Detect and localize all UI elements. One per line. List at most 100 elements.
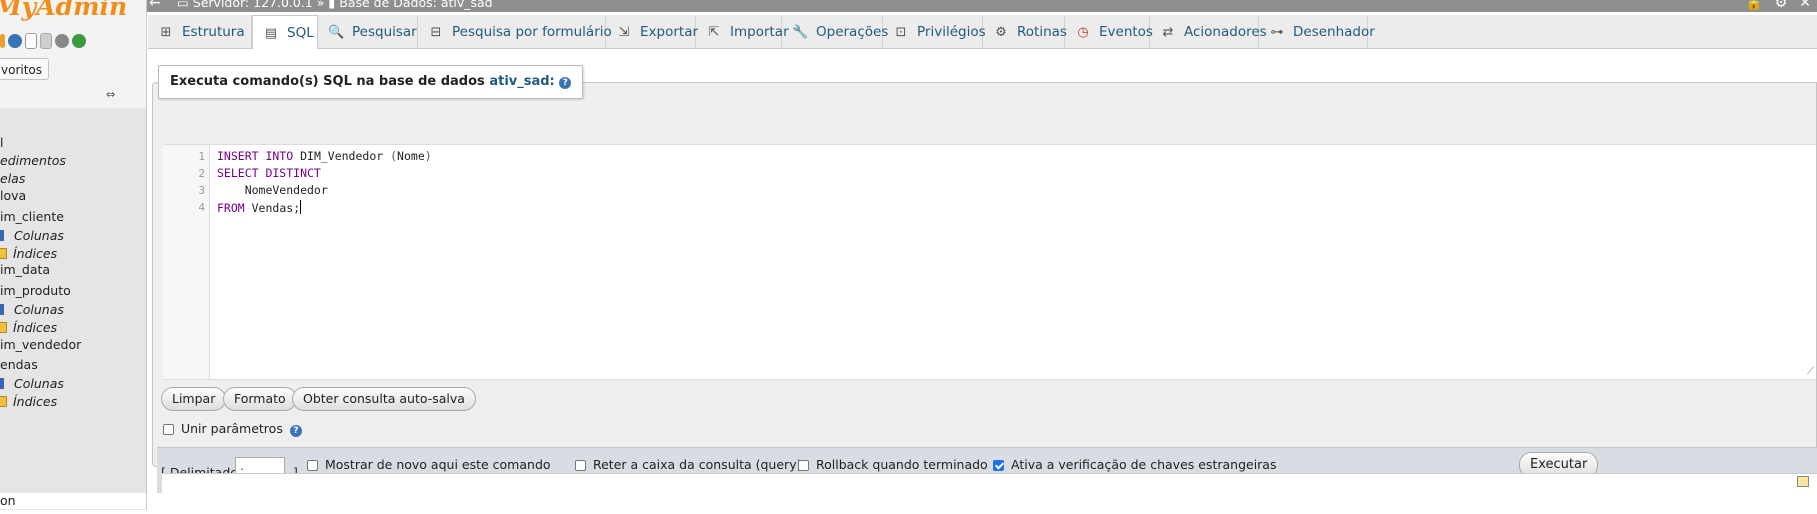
gear-icon[interactable]: ⚙ bbox=[1775, 0, 1788, 10]
bind-parameters-row: Unir parâmetros ? bbox=[163, 421, 302, 437]
back-arrow-icon[interactable]: ← bbox=[149, 0, 161, 10]
tree-item-new[interactable]: lova bbox=[0, 188, 26, 204]
settings-gear-icon[interactable] bbox=[55, 34, 69, 48]
tree-item-columns[interactable]: Colunas bbox=[0, 228, 64, 244]
retain-box-option: Reter a caixa da consulta (query) bbox=[575, 457, 801, 472]
query-form-icon: ⊟ bbox=[430, 25, 442, 40]
tree-item-procedures[interactable]: edimentos bbox=[0, 153, 66, 169]
breadcrumb: ▭ Servidor: 127.0.0.1 » ▮ Base de Dados:… bbox=[177, 0, 493, 9]
docs-icon[interactable] bbox=[25, 33, 37, 49]
wrench-icon: 🔧 bbox=[792, 25, 809, 40]
code-line: SELECT DISTINCT bbox=[217, 166, 321, 180]
line-number-gutter: 1 2 3 4 bbox=[163, 145, 210, 379]
sql-icon: ▤ bbox=[264, 26, 278, 41]
help-icon[interactable]: ? bbox=[559, 77, 572, 89]
tree-item-dim-vendedor[interactable]: im_vendedor bbox=[0, 337, 81, 353]
text-cursor bbox=[300, 200, 302, 214]
db-name-link[interactable]: ativ_sad: bbox=[489, 74, 554, 89]
sql-token: Nome bbox=[397, 149, 425, 163]
tree-item-indexes[interactable]: Índices bbox=[0, 320, 57, 336]
sql-editor[interactable]: 1 2 3 4 INSERT INTO DIM_Vendedor (Nome) … bbox=[163, 144, 1816, 380]
foreign-key-check-checkbox[interactable] bbox=[993, 460, 1004, 471]
tab-pesquisar[interactable]: 🔍 Pesquisar bbox=[318, 15, 418, 49]
link-chain-icon[interactable]: ⇔ bbox=[106, 88, 115, 101]
help-icon[interactable]: ? bbox=[289, 425, 302, 437]
favorites-tab[interactable]: voritos bbox=[0, 58, 50, 80]
import-icon: ⇱ bbox=[708, 25, 720, 40]
rollback-option: Rollback quando terminado bbox=[798, 457, 988, 472]
code-line: INSERT INTO DIM_Vendedor (Nome) bbox=[217, 149, 432, 163]
reload-icon[interactable] bbox=[72, 34, 86, 48]
tab-estrutura[interactable]: ⊞ Estrutura bbox=[148, 15, 252, 49]
get-autosaved-query-button[interactable]: Obter consulta auto-salva bbox=[292, 387, 476, 411]
lock-icon[interactable]: 🔒 bbox=[1745, 0, 1762, 10]
tab-sql[interactable]: ▤ SQL bbox=[252, 15, 318, 50]
tab-eventos[interactable]: ◷ Eventos bbox=[1065, 15, 1153, 49]
tree-item-dim-data[interactable]: im_data bbox=[0, 262, 50, 278]
tab-operacoes[interactable]: 🔧 Operações bbox=[782, 15, 888, 49]
sql-keyword: INSERT INTO bbox=[217, 149, 294, 163]
tab-importar[interactable]: ⇱ Importar bbox=[696, 15, 789, 49]
search-icon: 🔍 bbox=[328, 25, 345, 40]
breadcrumb-database[interactable]: Base de Dados: ativ_sad bbox=[339, 0, 492, 10]
tree-item-columns[interactable]: Colunas bbox=[0, 376, 64, 392]
main-content: Executa comando(s) SQL na base de dados … bbox=[148, 49, 1817, 514]
database-icon: ▮ bbox=[328, 0, 336, 10]
navigation-panel: MyAdmin voritos ⇔ l edimentos elas lova … bbox=[0, 0, 147, 510]
columns-icon bbox=[0, 230, 4, 241]
line-number: 3 bbox=[198, 184, 205, 197]
console-icon[interactable] bbox=[1797, 476, 1809, 487]
retain-box-checkbox[interactable] bbox=[575, 460, 586, 471]
tab-exportar[interactable]: ⇲ Exportar bbox=[606, 15, 698, 49]
rollback-checkbox[interactable] bbox=[798, 460, 809, 471]
nav-icon-bar bbox=[0, 32, 86, 50]
foreign-key-check-option: Ativa a verificação de chaves estrangeir… bbox=[993, 457, 1276, 472]
tab-privilegios[interactable]: ⊡ Privilégios bbox=[883, 15, 986, 49]
tree-item-tables[interactable]: elas bbox=[0, 171, 25, 187]
sql-token: Vendas; bbox=[244, 201, 301, 215]
code-line: FROM Vendas; bbox=[217, 200, 302, 215]
indexes-icon bbox=[0, 248, 7, 259]
show-again-checkbox[interactable] bbox=[307, 460, 318, 471]
help-icon[interactable] bbox=[8, 34, 22, 48]
clock-icon: ◷ bbox=[1077, 25, 1089, 40]
tree-item-indexes[interactable]: Índices bbox=[0, 246, 57, 262]
privileges-icon: ⊡ bbox=[895, 25, 907, 40]
resize-handle-icon[interactable]: ⟋ bbox=[1807, 366, 1814, 377]
tab-pesquisa-formulario[interactable]: ⊟ Pesquisa por formulário bbox=[418, 15, 612, 49]
sql-docs-icon[interactable] bbox=[40, 33, 52, 49]
clear-button[interactable]: Limpar bbox=[161, 387, 227, 411]
structure-icon: ⊞ bbox=[160, 25, 172, 40]
bind-parameters-checkbox[interactable] bbox=[163, 424, 174, 435]
tab-rotinas[interactable]: ⚙ Rotinas bbox=[983, 15, 1067, 49]
tab-desenhador[interactable]: ⊶ Desenhador bbox=[1259, 15, 1375, 49]
format-button[interactable]: Formato bbox=[223, 387, 297, 411]
database-tabs: ⊞ Estrutura ▤ SQL 🔍 Pesquisar ⊟ Pesquisa por… bbox=[148, 15, 1817, 50]
breadcrumb-server[interactable]: Servidor: 127.0.0.1 » bbox=[193, 0, 325, 10]
phpmyadmin-logo[interactable]: MyAdmin bbox=[0, 0, 127, 21]
database-tree: l edimentos elas lova im_cliente Colunas… bbox=[0, 108, 146, 510]
sql-keyword: SELECT DISTINCT bbox=[217, 166, 321, 180]
home-icon[interactable] bbox=[0, 34, 5, 48]
routines-gear-icon: ⚙ bbox=[995, 25, 1007, 40]
triggers-icon: ⇄ bbox=[1162, 25, 1174, 40]
tree-item-columns[interactable]: Colunas bbox=[0, 302, 64, 318]
tree-item-indexes[interactable]: Índices bbox=[0, 394, 57, 410]
sql-token: DIM_Vendedor bbox=[293, 149, 391, 163]
columns-icon bbox=[0, 304, 4, 315]
top-icons: 🔒 ⚙ ✕ bbox=[1745, 0, 1811, 10]
sql-token: ( bbox=[390, 149, 398, 163]
bind-parameters-label[interactable]: Unir parâmetros bbox=[181, 421, 283, 436]
line-number: 1 bbox=[198, 150, 205, 163]
tree-item-dim-cliente[interactable]: im_cliente bbox=[0, 209, 64, 225]
close-icon[interactable]: ✕ bbox=[1799, 0, 1811, 10]
sql-keyword: FROM bbox=[217, 201, 245, 215]
results-area bbox=[162, 473, 1817, 514]
tree-item[interactable]: l bbox=[0, 135, 3, 151]
tree-item-dim-produto[interactable]: im_produto bbox=[0, 283, 71, 299]
sql-token: NomeVendedor bbox=[217, 183, 328, 197]
tree-item-vendas[interactable]: endas bbox=[0, 357, 38, 373]
tree-item[interactable]: on bbox=[0, 493, 146, 509]
tab-acionadores[interactable]: ⇄ Acionadores bbox=[1150, 15, 1267, 49]
code-line: NomeVendedor bbox=[217, 183, 328, 197]
